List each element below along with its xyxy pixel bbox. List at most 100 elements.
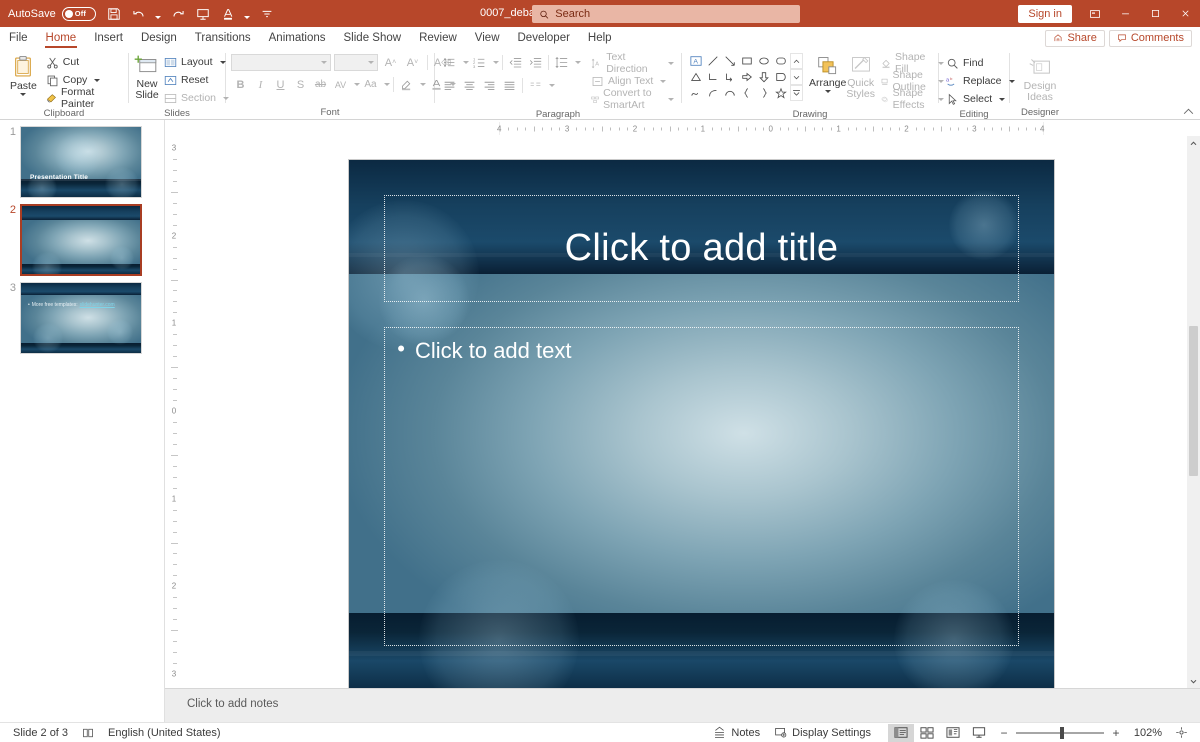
current-slide[interactable]: Click to add title • Click to add text: [349, 160, 1054, 688]
slide-thumbnail-pane[interactable]: 1 Presentation Title 2 3 • More free tem…: [0, 120, 160, 722]
replace-button[interactable]: ab Replace: [944, 72, 1017, 90]
shape-line-icon[interactable]: [704, 53, 721, 69]
justify-icon[interactable]: [500, 76, 519, 95]
search-input[interactable]: [555, 8, 793, 20]
italic-icon[interactable]: I: [251, 75, 270, 94]
thumbnail-frame[interactable]: Presentation Title: [20, 126, 142, 198]
find-button[interactable]: Find: [944, 54, 1017, 72]
underline-icon[interactable]: U: [271, 75, 290, 94]
shape-rounded-rect-icon[interactable]: [772, 53, 789, 69]
change-case-dropdown-icon[interactable]: [384, 83, 390, 86]
shape-right-brace-icon[interactable]: [755, 85, 772, 101]
align-left-icon[interactable]: [440, 76, 459, 95]
thumbnail-slide-2[interactable]: 2: [0, 198, 160, 277]
thumbnail-slide-3[interactable]: 3 • More free templates: slidehunter.com: [0, 276, 160, 354]
zoom-in-button[interactable]: +: [1110, 726, 1122, 740]
shapes-scroll-up-icon[interactable]: [790, 53, 803, 69]
shape-effects-button[interactable]: Shape Effects: [879, 87, 946, 111]
tab-animations[interactable]: Animations: [260, 27, 335, 49]
format-painter-button[interactable]: Format Painter: [44, 86, 123, 110]
shape-arrow-icon[interactable]: [721, 53, 738, 69]
shape-arc-icon[interactable]: [721, 85, 738, 101]
shapes-gallery-more-icon[interactable]: [790, 85, 803, 101]
select-dropdown-icon[interactable]: [999, 97, 1006, 101]
ribbon-display-options-icon[interactable]: [1080, 0, 1110, 27]
sign-in-button[interactable]: Sign in: [1018, 4, 1072, 23]
new-slide-button[interactable]: New Slide: [134, 52, 160, 100]
text-highlight-color-icon[interactable]: [397, 75, 416, 94]
undo-icon[interactable]: [128, 3, 150, 25]
strikethrough-icon[interactable]: ab: [311, 75, 330, 94]
paste-dropdown-icon[interactable]: [20, 93, 27, 96]
scroll-down-icon[interactable]: [1187, 674, 1200, 688]
zoom-track[interactable]: [1016, 726, 1104, 739]
shape-right-arrow-icon[interactable]: [738, 69, 755, 85]
display-settings-button[interactable]: Display Settings: [767, 724, 878, 742]
copy-dropdown-icon[interactable]: [94, 78, 101, 82]
text-color-icon[interactable]: [217, 3, 239, 25]
shapes-gallery-scroll[interactable]: [790, 53, 803, 101]
shapes-scroll-down-icon[interactable]: [790, 69, 803, 85]
font-size-combo[interactable]: [334, 54, 378, 71]
columns-icon[interactable]: [526, 76, 545, 95]
columns-dropdown-icon[interactable]: [549, 84, 555, 87]
shape-rectangle-icon[interactable]: [738, 53, 755, 69]
slide-counter[interactable]: Slide 2 of 3: [6, 724, 75, 742]
undo-dropdown-icon[interactable]: [153, 3, 164, 25]
layout-button[interactable]: Layout: [162, 53, 231, 71]
scroll-up-icon[interactable]: [1187, 136, 1200, 150]
save-icon[interactable]: [103, 3, 125, 25]
paste-button[interactable]: Paste: [5, 52, 42, 96]
align-text-dropdown-icon[interactable]: [660, 79, 667, 83]
minimize-icon[interactable]: [1110, 0, 1140, 27]
shape-flowchart-icon[interactable]: [772, 69, 789, 85]
title-placeholder[interactable]: Click to add title: [384, 194, 1019, 303]
increase-indent-icon[interactable]: [526, 53, 545, 72]
highlight-dropdown-icon[interactable]: [420, 83, 426, 86]
reading-view-button[interactable]: [940, 724, 966, 742]
maximize-icon[interactable]: [1140, 0, 1170, 27]
autosave-toggle[interactable]: AutoSave Off: [8, 6, 96, 21]
tab-file[interactable]: File: [0, 27, 37, 49]
horizontal-ruler[interactable]: 4 3 2 1 0 1 2 3 4: [165, 120, 1200, 136]
tab-home[interactable]: Home: [37, 27, 86, 49]
search-box[interactable]: [532, 5, 800, 23]
line-spacing-dropdown-icon[interactable]: [575, 61, 581, 64]
line-spacing-icon[interactable]: [552, 53, 571, 72]
shape-elbow-arrow-icon[interactable]: [721, 69, 738, 85]
thumbnail-link-text[interactable]: slidehunter.com: [80, 302, 115, 308]
shapes-gallery[interactable]: A: [687, 53, 789, 101]
shape-oval-icon[interactable]: [755, 53, 772, 69]
layout-dropdown-icon[interactable]: [219, 60, 226, 64]
language-indicator[interactable]: English (United States): [101, 724, 228, 742]
design-ideas-button[interactable]: Design Ideas: [1016, 52, 1064, 102]
bullets-icon[interactable]: [440, 53, 459, 72]
start-presentation-icon[interactable]: [192, 3, 214, 25]
zoom-percentage[interactable]: 102%: [1128, 727, 1162, 739]
numbering-icon[interactable]: 123: [470, 53, 489, 72]
convert-smartart-button[interactable]: Convert to SmartArt: [589, 87, 676, 111]
quick-styles-button[interactable]: Quick Styles: [846, 53, 875, 99]
tab-developer[interactable]: Developer: [509, 27, 579, 49]
reset-button[interactable]: Reset: [162, 71, 231, 89]
accessibility-indicator[interactable]: [75, 724, 101, 742]
shape-star-icon[interactable]: [772, 85, 789, 101]
bold-icon[interactable]: B: [231, 75, 250, 94]
tab-insert[interactable]: Insert: [85, 27, 132, 49]
text-shadow-icon[interactable]: S: [291, 75, 310, 94]
align-center-icon[interactable]: [460, 76, 479, 95]
character-spacing-dropdown-icon[interactable]: [354, 83, 360, 86]
arrange-button[interactable]: Arrange: [809, 53, 846, 93]
bullets-dropdown-icon[interactable]: [463, 61, 469, 64]
normal-view-button[interactable]: [888, 723, 914, 742]
comments-button[interactable]: Comments: [1108, 29, 1192, 47]
tab-slide-show[interactable]: Slide Show: [335, 27, 411, 49]
decrease-indent-icon[interactable]: [506, 53, 525, 72]
section-button[interactable]: Section: [162, 89, 231, 107]
zoom-knob[interactable]: [1060, 726, 1064, 739]
shape-curve-icon[interactable]: [704, 85, 721, 101]
shape-elbow-connector-icon[interactable]: [704, 69, 721, 85]
decrease-font-size-icon[interactable]: A ˅: [403, 53, 422, 72]
tab-review[interactable]: Review: [410, 27, 466, 49]
tab-view[interactable]: View: [466, 27, 509, 49]
